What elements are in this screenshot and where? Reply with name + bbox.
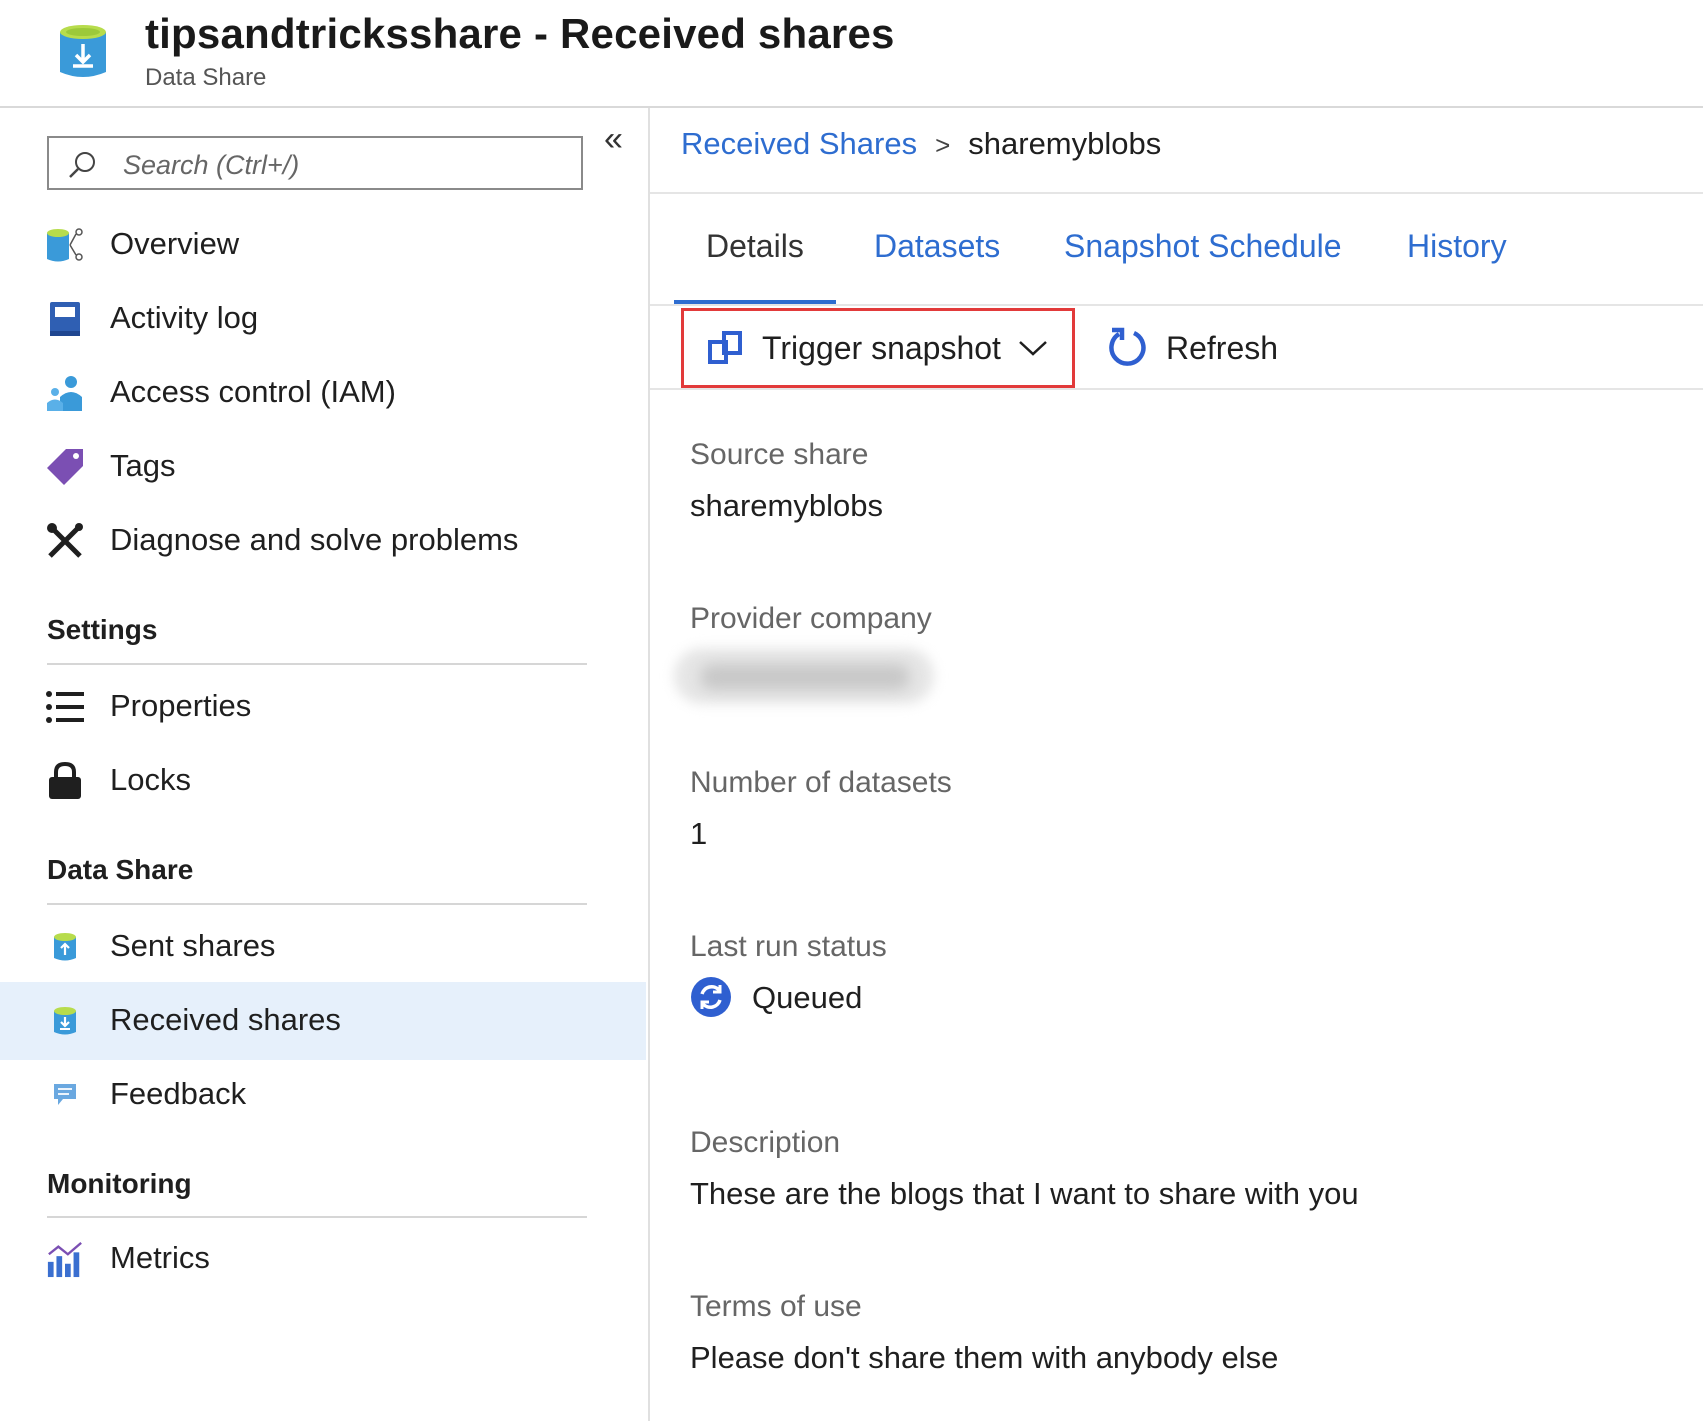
sidebar-item-label: Feedback [110, 1076, 247, 1111]
tab-history[interactable]: History [1407, 228, 1507, 265]
breadcrumb-current: sharemyblobs [968, 126, 1162, 161]
sidebar-item-label: Received shares [110, 1002, 341, 1037]
sidebar-item-properties[interactable]: Properties [0, 668, 646, 746]
sidebar-item-label: Access control (IAM) [110, 374, 396, 409]
section-divider [47, 1216, 587, 1218]
sidebar-item-overview[interactable]: Overview [0, 206, 646, 284]
sidebar-item-locks[interactable]: Locks [0, 742, 646, 820]
trigger-snapshot-icon [708, 331, 742, 364]
sidebar-item-received-shares[interactable]: Received shares [0, 982, 646, 1060]
sidebar-item-activity-log[interactable]: Activity log [0, 280, 646, 358]
page-header: tipsandtricksshare - Received shares Dat… [0, 0, 1703, 108]
sidebar-item-label: Locks [110, 762, 191, 797]
provider-company-label: Provider company [690, 602, 932, 635]
sidebar-item-label: Sent shares [110, 928, 276, 963]
sidebar-item-label: Overview [110, 226, 240, 261]
search-input[interactable] [121, 146, 565, 184]
description-label: Description [690, 1126, 841, 1159]
queued-status-icon [691, 977, 731, 1017]
number-of-datasets-value: 1 [690, 816, 708, 851]
sidebar-item-diagnose[interactable]: Diagnose and solve problems [0, 502, 646, 580]
metrics-icon [46, 1240, 84, 1278]
sidebar-item-label: Activity log [110, 300, 259, 335]
data-share-received-icon [60, 25, 106, 77]
sidebar-item-sent-shares[interactable]: Sent shares [0, 908, 646, 986]
sidebar-item-metrics[interactable]: Metrics [0, 1220, 646, 1298]
section-divider [47, 903, 587, 905]
main-content: Received Shares > sharemyblobs Details Dat… [650, 108, 1703, 1421]
number-of-datasets-label: Number of datasets [690, 766, 952, 799]
tag-icon [46, 448, 84, 486]
page-subtitle: Data Share [145, 64, 267, 91]
divider [650, 388, 1703, 390]
terms-of-use-label: Terms of use [690, 1290, 862, 1323]
sidebar-item-label: Tags [110, 448, 176, 483]
last-run-status-label: Last run status [690, 930, 887, 963]
section-header-data-share: Data Share [47, 854, 194, 885]
description-value: These are the blogs that I want to share… [690, 1176, 1359, 1211]
sidebar-item-label: Metrics [110, 1240, 210, 1275]
sidebar-item-iam[interactable]: Access control (IAM) [0, 354, 646, 432]
collapse-sidebar-button[interactable]: « [604, 122, 623, 156]
sidebar-item-tags[interactable]: Tags [0, 428, 646, 506]
refresh-icon [1109, 327, 1146, 366]
breadcrumb-link-received-shares[interactable]: Received Shares [681, 126, 917, 161]
list-icon [46, 688, 84, 726]
tab-snapshot-schedule[interactable]: Snapshot Schedule [1064, 228, 1342, 265]
source-share-label: Source share [690, 438, 869, 471]
sidebar-item-label: Diagnose and solve problems [110, 522, 519, 557]
section-divider [47, 663, 587, 665]
trigger-snapshot-button[interactable]: Trigger snapshot [681, 308, 1075, 388]
received-shares-icon [46, 1002, 84, 1040]
search-icon [69, 152, 95, 178]
provider-company-value-redacted-text [700, 664, 910, 690]
chevron-down-icon [1019, 341, 1047, 356]
source-share-value: sharemyblobs [690, 488, 883, 523]
iam-icon [46, 374, 84, 412]
divider [650, 304, 1703, 306]
activity-log-icon [46, 300, 84, 338]
overview-icon [46, 226, 84, 264]
breadcrumb: Received Shares > sharemyblobs [681, 126, 1161, 162]
feedback-icon [46, 1076, 84, 1114]
search-box[interactable] [47, 136, 583, 190]
tab-details[interactable]: Details [706, 228, 804, 265]
refresh-label: Refresh [1166, 329, 1279, 366]
terms-of-use-value: Please don't share them with anybody els… [690, 1340, 1279, 1375]
sidebar: « Overview Activity log Access control (… [0, 108, 650, 1421]
section-header-settings: Settings [47, 614, 158, 645]
sidebar-item-label: Properties [110, 688, 252, 723]
breadcrumb-separator: > [935, 130, 951, 160]
last-run-status-value: Queued [752, 980, 863, 1015]
section-header-monitoring: Monitoring [47, 1168, 192, 1199]
page-title: tipsandtricksshare - Received shares [145, 10, 895, 57]
trigger-snapshot-label: Trigger snapshot [762, 329, 1001, 366]
sidebar-item-feedback[interactable]: Feedback [0, 1056, 646, 1134]
divider [650, 192, 1703, 194]
refresh-button[interactable]: Refresh [1106, 308, 1306, 388]
sent-shares-icon [46, 928, 84, 966]
lock-icon [46, 762, 84, 800]
tab-datasets[interactable]: Datasets [874, 228, 1000, 265]
wrench-icon [46, 522, 84, 560]
